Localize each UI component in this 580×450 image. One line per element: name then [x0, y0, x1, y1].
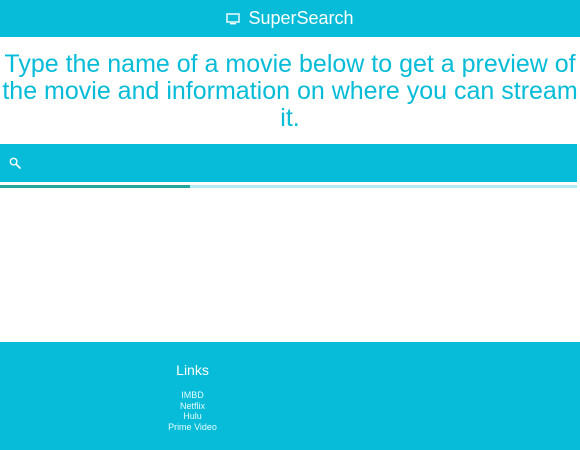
- top-navbar: SuperSearch: [0, 0, 580, 37]
- page-headline: Type the name of a movie below to get a …: [2, 50, 578, 132]
- movie-search-input[interactable]: [23, 144, 577, 182]
- app-root: SuperSearch Type the name of a movie bel…: [0, 0, 580, 450]
- desktop-icon: [226, 12, 241, 25]
- footer-link-item: Prime Video: [160, 422, 225, 433]
- footer-link-item: Hulu: [160, 411, 225, 422]
- footer-link-imbd[interactable]: IMBD: [181, 390, 204, 400]
- loading-progress-bar: [0, 185, 577, 188]
- page-footer: Links IMBD Netflix Hulu Prime Video: [0, 342, 580, 450]
- brand-logo-link[interactable]: SuperSearch: [226, 8, 354, 29]
- footer-link-netflix[interactable]: Netflix: [180, 401, 205, 411]
- search-icon: [9, 156, 23, 170]
- footer-links-list: IMBD Netflix Hulu Prime Video: [160, 390, 225, 432]
- footer-link-hulu[interactable]: Hulu: [183, 411, 202, 421]
- footer-links-section: Links IMBD Netflix Hulu Prime Video: [160, 362, 225, 432]
- search-bar: [0, 144, 577, 182]
- footer-links-title: Links: [176, 362, 209, 378]
- progress-fill: [0, 185, 191, 188]
- brand-name: SuperSearch: [248, 8, 354, 28]
- footer-link-prime-video[interactable]: Prime Video: [168, 422, 217, 432]
- footer-link-item: IMBD: [160, 390, 225, 401]
- footer-link-item: Netflix: [160, 401, 225, 412]
